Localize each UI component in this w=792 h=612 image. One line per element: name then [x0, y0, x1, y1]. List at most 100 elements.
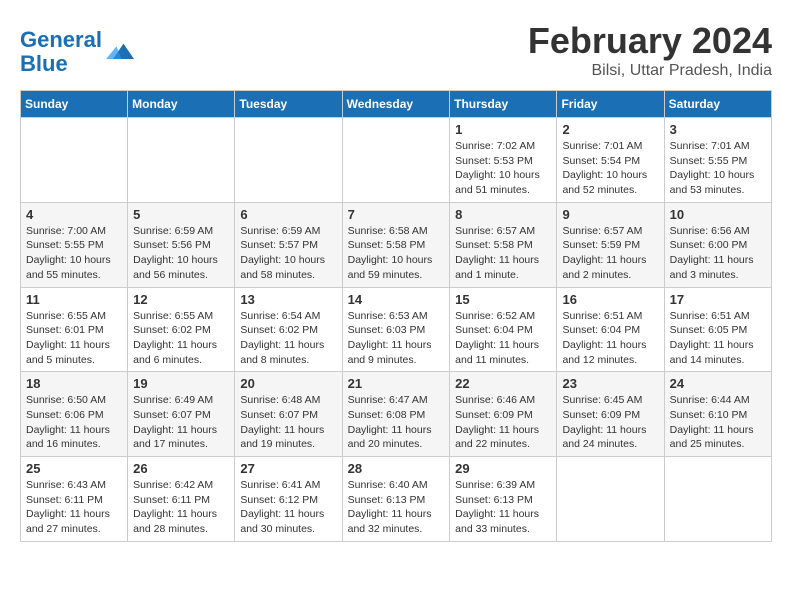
day-number: 23 [562, 376, 658, 391]
calendar-cell: 1 Sunrise: 7:02 AMSunset: 5:53 PMDaylight… [450, 118, 557, 203]
weekday-header-thursday: Thursday [450, 91, 557, 118]
calendar-cell: 22 Sunrise: 6:46 AMSunset: 6:09 PMDayligh… [450, 372, 557, 457]
logo-icon [106, 38, 134, 66]
calendar-cell: 24 Sunrise: 6:44 AMSunset: 6:10 PMDayligh… [664, 372, 771, 457]
calendar-cell: 25 Sunrise: 6:43 AMSunset: 6:11 PMDayligh… [21, 457, 128, 542]
day-number: 27 [240, 461, 336, 476]
day-number: 19 [133, 376, 229, 391]
day-number: 16 [562, 292, 658, 307]
day-info: Sunrise: 6:53 AMSunset: 6:03 PMDaylight:… [348, 309, 445, 368]
weekday-header-wednesday: Wednesday [342, 91, 450, 118]
calendar-cell: 5 Sunrise: 6:59 AMSunset: 5:56 PMDaylight… [128, 202, 235, 287]
calendar-table: SundayMondayTuesdayWednesdayThursdayFrid… [20, 90, 772, 542]
calendar-cell [235, 118, 342, 203]
day-number: 14 [348, 292, 445, 307]
calendar-cell: 4 Sunrise: 7:00 AMSunset: 5:55 PMDaylight… [21, 202, 128, 287]
day-number: 9 [562, 207, 658, 222]
calendar-cell: 8 Sunrise: 6:57 AMSunset: 5:58 PMDaylight… [450, 202, 557, 287]
day-info: Sunrise: 6:44 AMSunset: 6:10 PMDaylight:… [670, 393, 766, 452]
calendar-cell: 26Sunrise: 6:42 AMSunset: 6:11 PMDayligh… [128, 457, 235, 542]
day-info: Sunrise: 6:55 AMSunset: 6:02 PMDaylight:… [133, 309, 229, 368]
day-info: Sunrise: 6:50 AMSunset: 6:06 PMDaylight:… [26, 393, 122, 452]
calendar-cell: 18Sunrise: 6:50 AMSunset: 6:06 PMDayligh… [21, 372, 128, 457]
day-number: 7 [348, 207, 445, 222]
day-number: 3 [670, 122, 766, 137]
calendar-cell: 15Sunrise: 6:52 AMSunset: 6:04 PMDayligh… [450, 287, 557, 372]
day-info: Sunrise: 6:42 AMSunset: 6:11 PMDaylight:… [133, 478, 229, 537]
day-info: Sunrise: 6:55 AMSunset: 6:01 PMDaylight:… [26, 309, 122, 368]
calendar-cell: 7 Sunrise: 6:58 AMSunset: 5:58 PMDaylight… [342, 202, 450, 287]
calendar-cell: 29Sunrise: 6:39 AMSunset: 6:13 PMDayligh… [450, 457, 557, 542]
day-info: Sunrise: 6:57 AMSunset: 5:59 PMDaylight:… [562, 224, 658, 283]
calendar-cell: 12 Sunrise: 6:55 AMSunset: 6:02 PMDayligh… [128, 287, 235, 372]
calendar-cell: 2 Sunrise: 7:01 AMSunset: 5:54 PMDaylight… [557, 118, 664, 203]
calendar-cell: 6 Sunrise: 6:59 AMSunset: 5:57 PMDaylight… [235, 202, 342, 287]
calendar-cell: 10 Sunrise: 6:56 AMSunset: 6:00 PMDayligh… [664, 202, 771, 287]
calendar-cell: 21 Sunrise: 6:47 AMSunset: 6:08 PMDayligh… [342, 372, 450, 457]
day-info: Sunrise: 6:51 AMSunset: 6:04 PMDaylight:… [562, 309, 658, 368]
day-info: Sunrise: 6:39 AMSunset: 6:13 PMDaylight:… [455, 478, 551, 537]
calendar-cell: 17 Sunrise: 6:51 AMSunset: 6:05 PMDayligh… [664, 287, 771, 372]
day-number: 2 [562, 122, 658, 137]
day-number: 17 [670, 292, 766, 307]
day-number: 6 [240, 207, 336, 222]
day-info: Sunrise: 6:45 AMSunset: 6:09 PMDaylight:… [562, 393, 658, 452]
day-info: Sunrise: 7:01 AMSunset: 5:55 PMDaylight:… [670, 139, 766, 198]
calendar-cell [557, 457, 664, 542]
weekday-header-sunday: Sunday [21, 91, 128, 118]
day-info: Sunrise: 6:46 AMSunset: 6:09 PMDaylight:… [455, 393, 551, 452]
day-info: Sunrise: 6:58 AMSunset: 5:58 PMDaylight:… [348, 224, 445, 283]
logo-text: General Blue [20, 28, 102, 76]
day-number: 25 [26, 461, 122, 476]
day-info: Sunrise: 6:56 AMSunset: 6:00 PMDaylight:… [670, 224, 766, 283]
day-info: Sunrise: 6:43 AMSunset: 6:11 PMDaylight:… [26, 478, 122, 537]
day-number: 21 [348, 376, 445, 391]
day-number: 10 [670, 207, 766, 222]
weekday-header-saturday: Saturday [664, 91, 771, 118]
day-info: Sunrise: 6:52 AMSunset: 6:04 PMDaylight:… [455, 309, 551, 368]
day-number: 24 [670, 376, 766, 391]
calendar-cell: 13 Sunrise: 6:54 AMSunset: 6:02 PMDayligh… [235, 287, 342, 372]
calendar-cell [21, 118, 128, 203]
day-info: Sunrise: 6:49 AMSunset: 6:07 PMDaylight:… [133, 393, 229, 452]
calendar-cell: 27 Sunrise: 6:41 AMSunset: 6:12 PMDayligh… [235, 457, 342, 542]
calendar-cell: 3 Sunrise: 7:01 AMSunset: 5:55 PMDaylight… [664, 118, 771, 203]
weekday-header-tuesday: Tuesday [235, 91, 342, 118]
title-block: February 2024 Bilsi, Uttar Pradesh, Indi… [528, 20, 772, 80]
calendar-cell: 20Sunrise: 6:48 AMSunset: 6:07 PMDayligh… [235, 372, 342, 457]
day-info: Sunrise: 6:47 AMSunset: 6:08 PMDaylight:… [348, 393, 445, 452]
header: General Blue February 2024 Bilsi, Uttar … [20, 20, 772, 80]
day-info: Sunrise: 7:02 AMSunset: 5:53 PMDaylight:… [455, 139, 551, 198]
day-info: Sunrise: 6:59 AMSunset: 5:56 PMDaylight:… [133, 224, 229, 283]
day-info: Sunrise: 6:54 AMSunset: 6:02 PMDaylight:… [240, 309, 336, 368]
calendar-cell: 19 Sunrise: 6:49 AMSunset: 6:07 PMDayligh… [128, 372, 235, 457]
day-info: Sunrise: 6:59 AMSunset: 5:57 PMDaylight:… [240, 224, 336, 283]
day-number: 20 [240, 376, 336, 391]
day-number: 13 [240, 292, 336, 307]
location-title: Bilsi, Uttar Pradesh, India [528, 62, 772, 80]
day-number: 8 [455, 207, 551, 222]
day-number: 11 [26, 292, 122, 307]
calendar-cell [128, 118, 235, 203]
calendar-cell: 14 Sunrise: 6:53 AMSunset: 6:03 PMDayligh… [342, 287, 450, 372]
day-number: 1 [455, 122, 551, 137]
weekday-header-friday: Friday [557, 91, 664, 118]
calendar-cell: 16 Sunrise: 6:51 AMSunset: 6:04 PMDayligh… [557, 287, 664, 372]
day-info: Sunrise: 7:01 AMSunset: 5:54 PMDaylight:… [562, 139, 658, 198]
day-info: Sunrise: 6:41 AMSunset: 6:12 PMDaylight:… [240, 478, 336, 537]
calendar-cell: 23 Sunrise: 6:45 AMSunset: 6:09 PMDayligh… [557, 372, 664, 457]
day-info: Sunrise: 6:51 AMSunset: 6:05 PMDaylight:… [670, 309, 766, 368]
logo: General Blue [20, 28, 134, 76]
day-number: 12 [133, 292, 229, 307]
weekday-header-monday: Monday [128, 91, 235, 118]
day-number: 22 [455, 376, 551, 391]
day-info: Sunrise: 6:40 AMSunset: 6:13 PMDaylight:… [348, 478, 445, 537]
day-number: 4 [26, 207, 122, 222]
calendar-cell: 11 Sunrise: 6:55 AMSunset: 6:01 PMDayligh… [21, 287, 128, 372]
day-number: 5 [133, 207, 229, 222]
day-number: 28 [348, 461, 445, 476]
calendar-cell: 9 Sunrise: 6:57 AMSunset: 5:59 PMDaylight… [557, 202, 664, 287]
day-info: Sunrise: 7:00 AMSunset: 5:55 PMDaylight:… [26, 224, 122, 283]
day-info: Sunrise: 6:57 AMSunset: 5:58 PMDaylight:… [455, 224, 551, 283]
month-title: February 2024 [528, 20, 772, 62]
